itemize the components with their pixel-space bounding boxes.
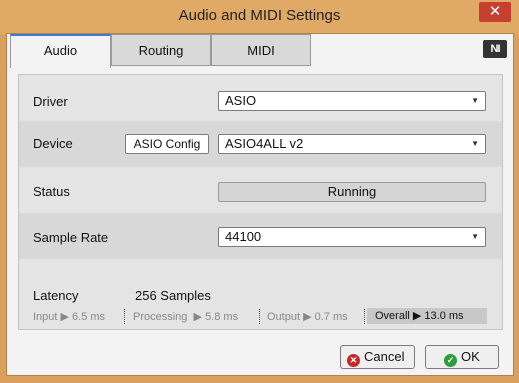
play-icon: ▶ (412, 310, 425, 322)
settings-panel: Driver ASIO ▼ Device ASIO Config ASIO4AL… (18, 74, 503, 330)
tab-audio[interactable]: Audio (10, 34, 111, 68)
output-latency-label: Output (267, 311, 301, 323)
cancel-icon: ✕ (347, 354, 360, 367)
sample-rate-value: 44100 (225, 229, 262, 244)
window-title: Audio and MIDI Settings (178, 7, 341, 24)
cancel-button[interactable]: ✕ Cancel (340, 345, 415, 369)
device-row: Device ASIO Config ASIO4ALL v2 ▼ (19, 121, 502, 167)
overall-latency: Overall ▶ 13.0 ms (367, 308, 487, 324)
sample-rate-label: Sample Rate (33, 230, 109, 245)
processing-latency-value: 5.8 ms (205, 311, 239, 323)
dialog-body: Audio Routing MIDI NI Driver ASIO ▼ Devi… (6, 33, 514, 376)
play-icon: ▶ (60, 311, 73, 323)
chevron-down-icon: ▼ (471, 96, 479, 105)
device-dropdown[interactable]: ASIO4ALL v2 ▼ (218, 134, 486, 154)
ni-logo: NI (483, 40, 507, 58)
processing-latency: Processing ▶ 5.8 ms (133, 310, 238, 323)
input-latency-value: 6.5 ms (72, 311, 106, 323)
title-bar[interactable]: Audio and MIDI Settings ✕ (0, 0, 519, 34)
driver-row: Driver ASIO ▼ (19, 75, 502, 121)
ok-label: OK (461, 349, 480, 364)
processing-latency-label: Processing (133, 311, 188, 323)
tab-midi[interactable]: MIDI (211, 34, 311, 66)
tab-routing[interactable]: Routing (111, 34, 211, 66)
divider (364, 309, 365, 324)
latency-label: Latency (33, 288, 79, 303)
status-label: Status (33, 184, 70, 199)
driver-label: Driver (33, 94, 68, 109)
sample-rate-dropdown[interactable]: 44100 ▼ (218, 227, 486, 247)
asio-config-button[interactable]: ASIO Config (125, 134, 209, 154)
tab-bar: Audio Routing MIDI NI (7, 34, 513, 68)
divider (259, 309, 260, 324)
play-icon: ▶ (303, 311, 315, 323)
input-latency: Input ▶ 6.5 ms (33, 310, 105, 323)
overall-latency-value: 13.0 ms (424, 310, 464, 322)
chevron-down-icon: ▼ (471, 232, 479, 241)
ok-button[interactable]: ✓ OK (425, 345, 499, 369)
latency-value: 256 Samples (135, 288, 211, 303)
chevron-down-icon: ▼ (471, 139, 479, 148)
output-latency-value: 0.7 ms (314, 311, 348, 323)
device-value: ASIO4ALL v2 (225, 136, 304, 151)
output-latency: Output ▶ 0.7 ms (267, 310, 348, 323)
sample-rate-row: Sample Rate 44100 ▼ (19, 213, 502, 259)
cancel-label: Cancel (364, 349, 405, 364)
device-label: Device (33, 136, 73, 151)
input-latency-label: Input (33, 311, 58, 323)
status-indicator: Running (218, 182, 486, 202)
close-icon: ✕ (488, 3, 502, 20)
status-row: Status Running (19, 167, 502, 213)
play-icon: ▶ (190, 311, 206, 323)
close-button[interactable]: ✕ (479, 2, 511, 22)
checkmark-icon: ✓ (444, 354, 457, 367)
settings-window: Audio and MIDI Settings ✕ Audio Routing … (0, 0, 519, 383)
driver-value: ASIO (225, 93, 257, 108)
overall-latency-label: Overall (375, 310, 410, 322)
divider (124, 309, 125, 324)
driver-dropdown[interactable]: ASIO ▼ (218, 91, 486, 111)
